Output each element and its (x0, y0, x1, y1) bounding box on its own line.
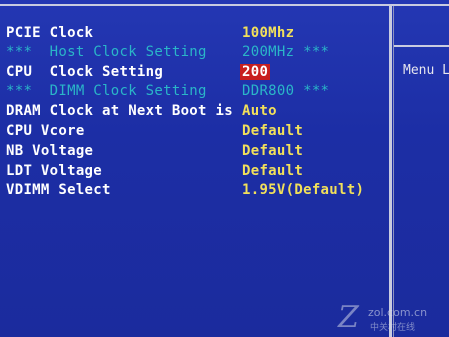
setting-row-cpu-clock[interactable]: CPU Clock Setting 200 (0, 64, 389, 83)
help-menu-level: Menu L (403, 63, 449, 78)
info-row-host-clock: *** Host Clock Setting 200MHz *** (0, 44, 389, 63)
panel-divider-inner (393, 6, 394, 337)
setting-value[interactable]: Auto (242, 103, 277, 119)
setting-value[interactable]: 100Mhz (242, 25, 294, 41)
info-value-text: 200MHz (242, 44, 295, 60)
help-panel-divider (394, 45, 449, 47)
info-value: DDR800 *** (242, 83, 329, 99)
setting-value[interactable]: Default (242, 163, 303, 179)
info-row-dimm-clock: *** DIMM Clock Setting DDR800 *** (0, 83, 389, 102)
panel-divider (389, 6, 392, 337)
setting-value[interactable]: Default (242, 123, 303, 139)
watermark-logo: Z zol.com.cn 中关村在线 (338, 300, 448, 336)
setting-value-selected[interactable]: 200 (240, 64, 271, 80)
top-border (0, 0, 449, 6)
setting-label: CPU Vcore (6, 123, 85, 139)
setting-row-ldt-voltage[interactable]: LDT Voltage Default (0, 163, 389, 182)
info-suffix: *** (294, 83, 330, 99)
setting-label: VDIMM Select (6, 182, 111, 198)
setting-label: CPU Clock Setting (6, 64, 164, 80)
setting-value[interactable]: Default (242, 143, 303, 159)
info-value-text: DDR800 (242, 83, 295, 99)
info-value: 200MHz *** (242, 44, 329, 60)
setting-label: LDT Voltage (6, 163, 103, 179)
info-label: *** Host Clock Setting (6, 44, 207, 60)
setting-row-cpu-vcore[interactable]: CPU Vcore Default (0, 123, 389, 142)
setting-label: NB Voltage (6, 143, 94, 159)
setting-row-dram-clock[interactable]: DRAM Clock at Next Boot is Auto (0, 103, 389, 122)
setting-row-vdimm-select[interactable]: VDIMM Select 1.95V(Default) (0, 182, 389, 201)
setting-value[interactable]: 1.95V(Default) (242, 182, 364, 198)
setting-label: DRAM Clock at Next Boot is (6, 103, 233, 119)
bios-screen: PCIE Clock 100Mhz *** Host Clock Setting… (0, 0, 449, 337)
info-suffix: *** (294, 44, 330, 60)
watermark-site: zol.com.cn (368, 306, 428, 319)
info-label: *** DIMM Clock Setting (6, 83, 207, 99)
watermark-sub: 中关村在线 (370, 323, 416, 333)
setting-row-pcie-clock[interactable]: PCIE Clock 100Mhz (0, 25, 389, 44)
setting-label: PCIE Clock (6, 25, 94, 41)
setting-row-nb-voltage[interactable]: NB Voltage Default (0, 143, 389, 162)
watermark-mark: Z (338, 300, 359, 335)
